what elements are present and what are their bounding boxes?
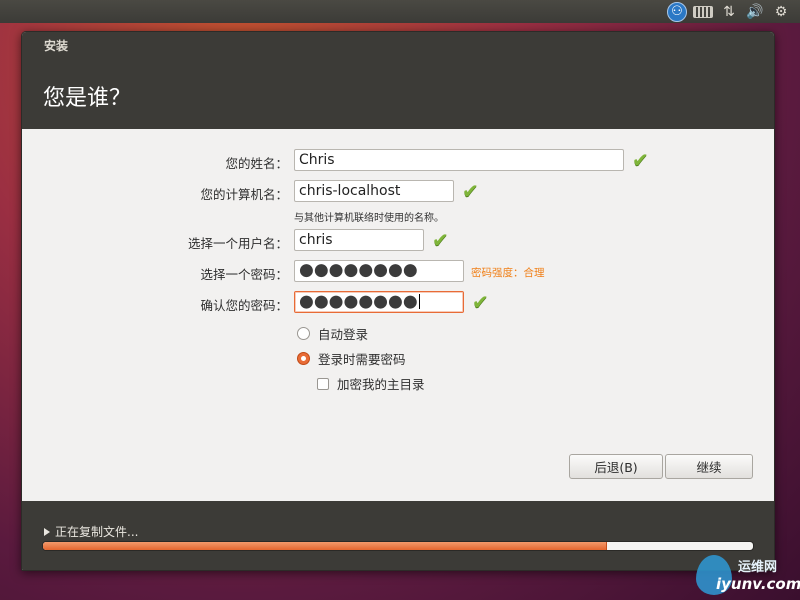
encrypt-home-checkbox[interactable] <box>317 377 329 390</box>
installer-window: 安装 您是谁？ 您的姓名： Chris ✔ 您的计算机名： chris-loca… <box>21 31 775 571</box>
window-header: 安装 您是谁？ <box>22 32 774 129</box>
name-valid-check-icon: ✔ <box>632 148 649 172</box>
encrypt-home-label: 加密我的主目录 <box>337 377 425 392</box>
progress-bar <box>42 541 754 551</box>
expander-triangle-icon <box>44 527 50 536</box>
keyboard-icon[interactable] <box>690 0 716 23</box>
confirm-password-label: 确认您的密码： <box>200 298 288 313</box>
page-title: 您是谁？ <box>43 86 132 111</box>
auto-login-radio[interactable] <box>297 327 310 340</box>
progress-label: 正在复制文件... <box>55 525 139 539</box>
volume-icon[interactable]: 🔊 <box>742 0 768 23</box>
confirm-password-field[interactable]: ●●●●●●●● <box>294 291 464 313</box>
username-valid-check-icon: ✔ <box>432 228 449 252</box>
auto-login-option[interactable]: 自动登录 <box>297 324 368 343</box>
username-label: 选择一个用户名： <box>187 236 288 251</box>
watermark-url: iyunv.com <box>716 575 800 593</box>
computer-name-label: 您的计算机名： <box>200 187 288 202</box>
text-caret <box>418 294 420 309</box>
top-panel: ⚇ ⇅ 🔊 ⚙ <box>0 0 800 23</box>
window-title: 安装 <box>44 39 69 53</box>
username-field[interactable]: chris <box>294 229 424 251</box>
site-watermark: 运维网 iyunv.com <box>696 553 800 597</box>
watermark-text: 运维网 <box>738 560 778 575</box>
gear-icon[interactable]: ⚙ <box>768 0 794 23</box>
back-button[interactable]: 后退(B) <box>569 454 663 479</box>
computer-name-field[interactable]: chris-localhost <box>294 180 454 202</box>
require-password-label: 登录时需要密码 <box>318 352 406 367</box>
network-arrows-icon[interactable]: ⇅ <box>716 0 742 23</box>
require-password-option[interactable]: 登录时需要密码 <box>297 349 406 368</box>
auto-login-label: 自动登录 <box>318 327 369 342</box>
computer-name-hint: 与其他计算机联络时使用的名称。 <box>294 213 444 224</box>
continue-button[interactable]: 继续 <box>665 454 753 479</box>
progress-bar-fill <box>43 542 608 550</box>
confirm-password-value: ●●●●●●●● <box>299 291 418 312</box>
encrypt-home-option[interactable]: 加密我的主目录 <box>317 374 425 393</box>
name-label: 您的姓名： <box>225 156 288 171</box>
confirm-password-valid-check-icon: ✔ <box>472 290 489 314</box>
computer-name-valid-check-icon: ✔ <box>462 179 479 203</box>
require-password-radio[interactable] <box>297 352 310 365</box>
password-field[interactable]: ●●●●●●●● <box>294 260 464 282</box>
system-tray: ⚇ ⇅ 🔊 ⚙ <box>664 0 794 23</box>
progress-details-toggle[interactable]: 正在复制文件... <box>44 523 138 540</box>
name-field[interactable]: Chris <box>294 149 624 171</box>
password-strength: 密码强度：合理 <box>471 267 545 279</box>
progress-panel: 正在复制文件... <box>22 501 774 570</box>
accessibility-icon[interactable]: ⚇ <box>664 0 690 23</box>
password-label: 选择一个密码： <box>200 267 288 282</box>
